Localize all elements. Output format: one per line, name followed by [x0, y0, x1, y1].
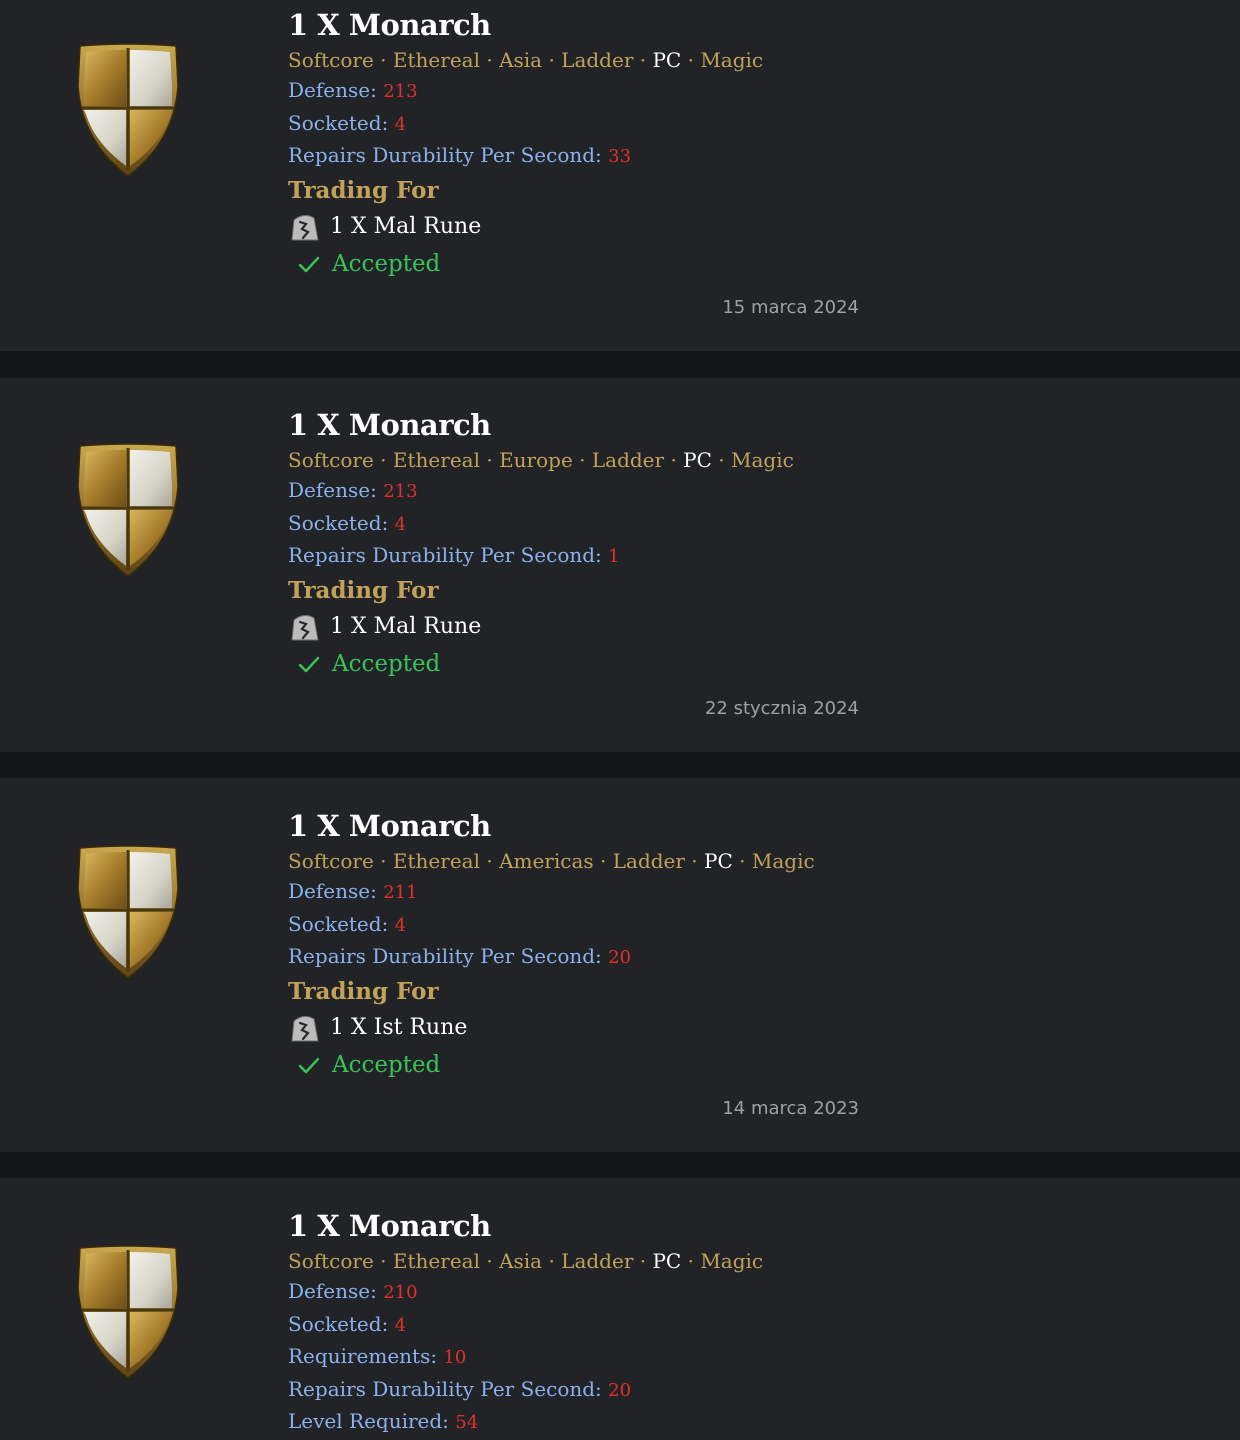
offer-label: 1 X Ist Rune	[330, 1015, 468, 1040]
stat-socketed: Socketed: 4	[288, 1311, 407, 1336]
tag-region: Europe	[499, 448, 573, 472]
status-label: Accepted	[332, 1051, 441, 1078]
tag-platform: PC	[704, 849, 733, 873]
tag-ethereal: Ethereal	[392, 1249, 480, 1273]
tag-region: Asia	[499, 48, 543, 72]
item-tags: Softcore · Ethereal · Asia · Ladder · PC…	[288, 48, 764, 72]
stat-level-required: Level Required: 54	[288, 1409, 479, 1433]
status: Accepted	[288, 646, 794, 682]
monarch-shield-icon	[74, 42, 182, 178]
tag-ladder: Ladder	[612, 849, 685, 873]
trading-for-heading: Trading For	[288, 977, 439, 1005]
tag-mode: Softcore	[288, 1249, 374, 1273]
offer-item[interactable]: 1 X Mal Rune	[288, 208, 763, 246]
offer-item[interactable]: 1 X Ist Rune	[288, 1009, 815, 1047]
tag-ladder: Ladder	[591, 448, 665, 472]
tag-mode: Softcore	[288, 48, 374, 72]
stat-repairs: Repairs Durability Per Second: 1	[288, 543, 620, 567]
status-label: Accepted	[332, 650, 441, 677]
stat-repairs: Repairs Durability Per Second: 20	[288, 944, 632, 968]
tag-region: Asia	[499, 1249, 543, 1273]
trade-card[interactable]: 1 X Monarch Softcore · Ethereal · Asia ·…	[0, 0, 1240, 351]
offer-label: 1 X Mal Rune	[330, 614, 482, 639]
trading-for-heading: Trading For	[288, 576, 439, 604]
stat-repairs: Repairs Durability Per Second: 33	[288, 143, 632, 167]
rune-icon	[288, 212, 320, 242]
monarch-shield-icon	[74, 844, 182, 980]
item-tags: Softcore · Ethereal · Americas · Ladder …	[288, 849, 815, 873]
status-label: Accepted	[332, 250, 441, 277]
tag-ethereal: Ethereal	[392, 48, 480, 72]
tag-region: Americas	[499, 849, 594, 873]
stat-defense: Defense: 213	[288, 78, 418, 102]
offer-item[interactable]: 1 X Mal Rune	[288, 608, 794, 646]
tag-ethereal: Ethereal	[392, 448, 480, 472]
check-icon	[298, 256, 320, 272]
offer-label: 1 X Mal Rune	[330, 214, 482, 239]
tag-quality: Magic	[751, 849, 815, 873]
monarch-shield-icon	[74, 442, 182, 578]
trade-card[interactable]: 1 X Monarch Softcore · Ethereal · Asia ·…	[0, 1178, 1240, 1440]
tag-quality: Magic	[700, 48, 764, 72]
check-icon	[298, 1057, 320, 1073]
tag-quality: Magic	[700, 1249, 764, 1273]
tag-ethereal: Ethereal	[392, 849, 480, 873]
item-title[interactable]: 1 X Monarch	[288, 809, 815, 843]
stat-defense: Defense: 211	[288, 879, 418, 903]
tag-mode: Softcore	[288, 849, 374, 873]
item-title[interactable]: 1 X Monarch	[288, 408, 794, 442]
stat-requirements: Requirements: 10	[288, 1344, 467, 1368]
tag-platform: PC	[652, 48, 682, 72]
monarch-shield-icon	[74, 1244, 182, 1380]
status: Accepted	[288, 1047, 815, 1083]
stat-socketed: Socketed: 4	[288, 911, 407, 936]
check-icon	[298, 656, 320, 672]
trade-card[interactable]: 1 X Monarch Softcore · Ethereal · Americ…	[0, 778, 1240, 1152]
item-tags: Softcore · Ethereal · Europe · Ladder · …	[288, 448, 794, 472]
tag-mode: Softcore	[288, 448, 374, 472]
tag-platform: PC	[683, 448, 712, 472]
tag-quality: Magic	[731, 448, 794, 472]
stat-socketed: Socketed: 4	[288, 510, 407, 535]
stat-socketed: Socketed: 4	[288, 110, 407, 135]
item-tags: Softcore · Ethereal · Asia · Ladder · PC…	[288, 1249, 764, 1273]
trade-card[interactable]: 1 X Monarch Softcore · Ethereal · Europe…	[0, 378, 1240, 752]
trade-date: 22 stycznia 2024	[704, 698, 859, 719]
trade-date: 15 marca 2024	[722, 297, 859, 318]
item-title[interactable]: 1 X Monarch	[288, 8, 763, 42]
item-title[interactable]: 1 X Monarch	[288, 1209, 763, 1243]
trading-for-heading: Trading For	[288, 176, 439, 204]
stat-defense: Defense: 213	[288, 478, 418, 502]
tag-ladder: Ladder	[561, 1249, 634, 1273]
tag-ladder: Ladder	[561, 48, 634, 72]
tag-platform: PC	[652, 1249, 682, 1273]
rune-icon	[288, 612, 320, 642]
stat-defense: Defense: 210	[288, 1279, 418, 1303]
status: Accepted	[288, 246, 763, 282]
stat-repairs: Repairs Durability Per Second: 20	[288, 1376, 632, 1401]
rune-icon	[288, 1013, 320, 1043]
trade-date: 14 marca 2023	[722, 1098, 859, 1119]
